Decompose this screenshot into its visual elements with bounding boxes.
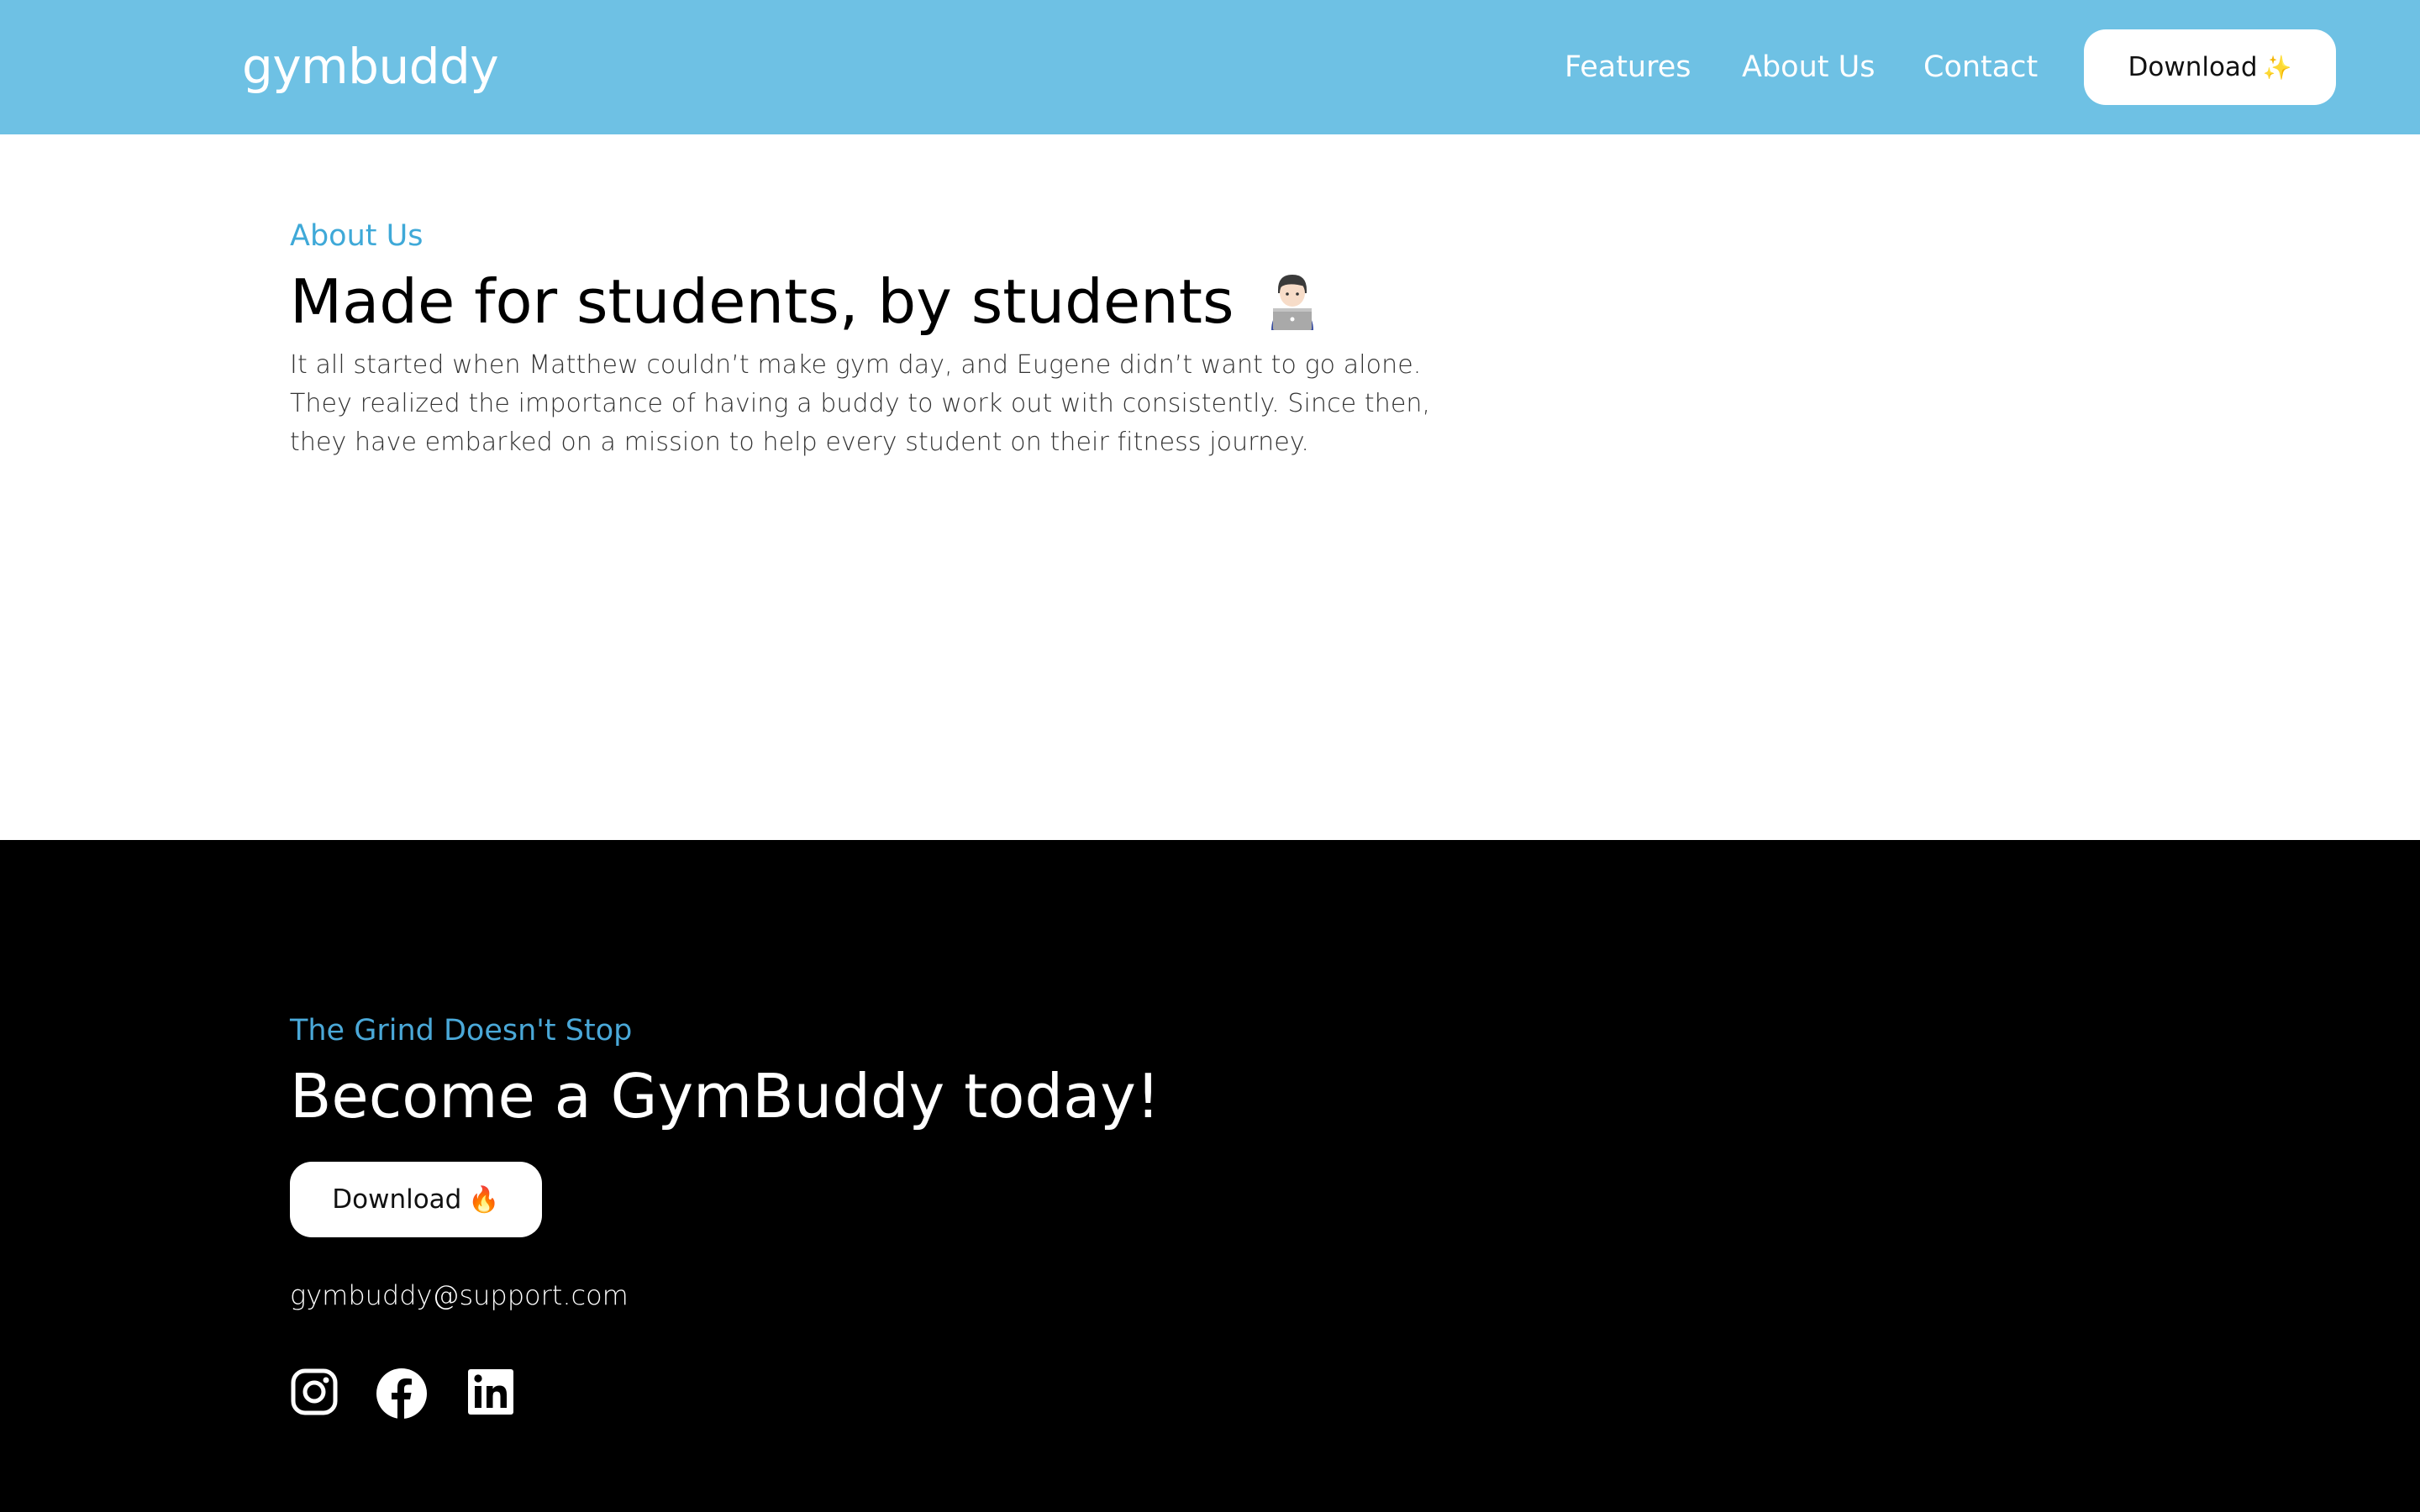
about-eyebrow: About Us — [290, 219, 424, 253]
nav-features[interactable]: Features — [1565, 42, 1691, 92]
header-download-button[interactable]: Download ✨ — [2084, 29, 2336, 105]
about-title: Made for students, by students — [290, 264, 1320, 339]
footer-title: Become a GymBuddy today! — [290, 1061, 1160, 1131]
support-email[interactable]: gymbuddy@support.com — [290, 1275, 629, 1315]
sparkles-icon: ✨ — [2262, 53, 2292, 81]
instagram-icon[interactable] — [290, 1368, 339, 1416]
site-header: gymbuddy Features About Us Contact Downl… — [0, 0, 2420, 134]
header-download-label: Download — [2128, 52, 2258, 82]
nav-about-us[interactable]: About Us — [1742, 42, 1875, 92]
person-with-laptop-icon — [1265, 271, 1320, 331]
linkedin-icon[interactable] — [466, 1368, 515, 1416]
about-title-text: Made for students, by students — [290, 266, 1234, 337]
facebook-icon[interactable] — [376, 1368, 427, 1419]
about-body: It all started when Matthew couldn’t mak… — [290, 350, 1431, 457]
footer-download-label: Download — [332, 1184, 462, 1215]
logo[interactable]: gymbuddy — [242, 32, 499, 101]
site-footer: The Grind Doesn't Stop Become a GymBuddy… — [0, 840, 2420, 1512]
nav-contact[interactable]: Contact — [1923, 42, 2038, 92]
footer-eyebrow: The Grind Doesn't Stop — [290, 1014, 633, 1047]
fire-icon: 🔥 — [468, 1184, 500, 1215]
footer-download-button[interactable]: Download 🔥 — [290, 1162, 542, 1237]
